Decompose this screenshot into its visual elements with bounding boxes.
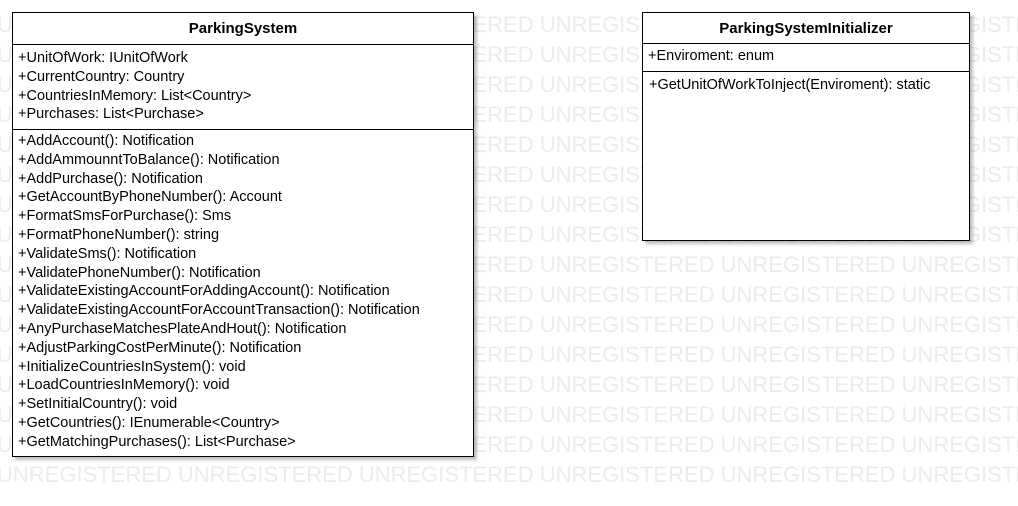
- class-title: ParkingSystem: [13, 13, 473, 45]
- method: +GetUnitOfWorkToInject(Enviroment): stat…: [649, 77, 931, 93]
- attribute: +CountriesInMemory: List<Country>: [18, 87, 252, 104]
- method: +ValidateExistingAccountForAccountTransa…: [18, 302, 420, 319]
- methods-compartment: +AddAccount(): Notification +AddAmmounnt…: [13, 130, 473, 452]
- attribute: +CurrentCountry: Country: [18, 68, 185, 85]
- method: +SetInitialCountry(): void: [18, 396, 178, 413]
- watermark-line: UNREGISTERED UNREGISTERED UNREGISTERED U…: [0, 462, 1018, 487]
- method: +ValidateExistingAccountForAddingAccount…: [18, 283, 390, 300]
- method: +GetMatchingPurchases(): List<Purchase>: [18, 433, 296, 450]
- attribute: +Purchases: List<Purchase>: [18, 106, 204, 123]
- method: +GetAccountByPhoneNumber(): Account: [18, 189, 282, 206]
- method: +AddAccount(): Notification: [18, 133, 195, 149]
- method: +ValidatePhoneNumber(): Notification: [18, 264, 261, 281]
- class-parking-system-initializer[interactable]: ParkingSystemInitializer +Enviroment: en…: [642, 12, 970, 241]
- method: +GetCountries(): IEnumerable<Country>: [18, 414, 280, 431]
- method: +FormatSmsForPurchase(): Sms: [18, 208, 232, 225]
- method: +AdjustParkingCostPerMinute(): Notificat…: [18, 339, 302, 356]
- method: +ValidateSms(): Notification: [18, 245, 197, 262]
- attribute: +Enviroment: enum: [648, 48, 775, 64]
- attributes-compartment: +UnitOfWork: IUnitOfWork +CurrentCountry…: [13, 45, 473, 130]
- attribute: +UnitOfWork: IUnitOfWork: [18, 50, 188, 66]
- attributes-compartment: +Enviroment: enum: [643, 44, 969, 72]
- method: +AddPurchase(): Notification: [18, 170, 203, 187]
- class-parking-system[interactable]: ParkingSystem +UnitOfWork: IUnitOfWork +…: [12, 12, 474, 457]
- methods-compartment: +GetUnitOfWorkToInject(Enviroment): stat…: [643, 72, 969, 95]
- method: +AnyPurchaseMatchesPlateAndHout(): Notif…: [18, 320, 347, 337]
- method: +InitializeCountriesInSystem(): void: [18, 358, 246, 375]
- method: +LoadCountriesInMemory(): void: [18, 377, 230, 394]
- method: +FormatPhoneNumber(): string: [18, 226, 220, 243]
- class-title: ParkingSystemInitializer: [643, 13, 969, 44]
- method: +AddAmmounntToBalance(): Notification: [18, 151, 280, 168]
